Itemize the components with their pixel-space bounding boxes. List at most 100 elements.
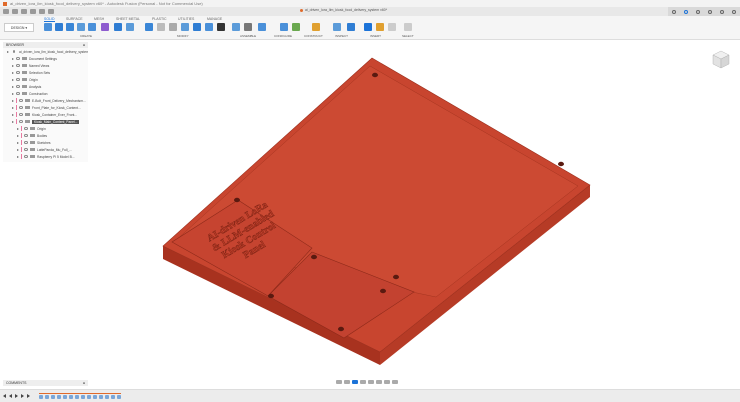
browser-item[interactable]: E-Bolt_Front_Delivery_Mechanism... <box>3 97 88 104</box>
tab-sheet-metal[interactable]: SHEET METAL <box>116 17 140 21</box>
display-settings-icon[interactable] <box>376 380 382 384</box>
fit-icon[interactable] <box>368 380 374 384</box>
expand-icon[interactable] <box>12 71 14 74</box>
ribbon-tool-icon[interactable] <box>145 23 153 31</box>
timeline-feature[interactable] <box>75 395 79 399</box>
browser-item[interactable]: Origin <box>3 125 88 132</box>
ribbon-tool-icon[interactable] <box>44 23 52 31</box>
ribbon-tool-icon[interactable] <box>169 23 177 31</box>
ribbon-tool-icon[interactable] <box>181 23 189 31</box>
browser-item[interactable]: Front_Plate_for_Kiosk_Content... <box>3 104 88 111</box>
group-configure[interactable]: CONFIGURE <box>274 34 292 38</box>
browser-item[interactable]: Sketches <box>3 139 88 146</box>
expand-icon[interactable] <box>12 64 14 67</box>
visibility-icon[interactable] <box>13 50 15 53</box>
visibility-icon[interactable] <box>16 85 20 88</box>
grid-settings-icon[interactable] <box>384 380 390 384</box>
group-insert[interactable]: INSERT <box>370 34 381 38</box>
ribbon-tool-icon[interactable] <box>292 23 300 31</box>
browser-item[interactable]: ai_driven_lora_llm_kiosk_food_delivery_s… <box>3 48 88 55</box>
expand-icon[interactable] <box>12 120 14 123</box>
tab-solid[interactable]: SOLID <box>44 17 55 22</box>
expand-icon[interactable] <box>17 141 19 144</box>
ribbon-tool-icon[interactable] <box>232 23 240 31</box>
group-create[interactable]: CREATE <box>80 34 92 38</box>
browser-item[interactable]: Origin <box>3 76 88 83</box>
browser-item[interactable]: Kiosk_Container_Ever_Front... <box>3 111 88 118</box>
expand-icon[interactable] <box>12 85 14 88</box>
ribbon-tool-icon[interactable] <box>55 23 63 31</box>
timeline-feature[interactable] <box>117 395 121 399</box>
help-icon[interactable] <box>720 9 724 14</box>
visibility-icon[interactable] <box>16 71 20 74</box>
timeline-feature[interactable] <box>63 395 67 399</box>
visibility-icon[interactable] <box>19 113 23 116</box>
tab-plastic[interactable]: PLASTIC <box>152 17 167 21</box>
expand-icon[interactable] <box>12 78 14 81</box>
browser-item[interactable]: Kiosk_Main_Content_Panel... <box>3 118 88 125</box>
group-construct[interactable]: CONSTRUCT <box>304 34 323 38</box>
expand-icon[interactable] <box>17 148 19 151</box>
orbit-icon[interactable] <box>336 380 342 384</box>
save-icon[interactable] <box>21 9 27 14</box>
comments-panel[interactable]: COMMENTS ● <box>3 380 88 386</box>
visibility-icon[interactable] <box>16 57 20 60</box>
add-comment-icon[interactable]: ● <box>83 381 85 385</box>
timeline-feature[interactable] <box>111 395 115 399</box>
browser-item[interactable]: Raspberry Pi 5 Model B... <box>3 153 88 160</box>
ribbon-tool-icon[interactable] <box>66 23 74 31</box>
tab-mesh[interactable]: MESH <box>94 17 104 21</box>
add-icon[interactable] <box>672 9 676 14</box>
ribbon-tool-icon[interactable] <box>244 23 252 31</box>
extensions-icon[interactable] <box>684 9 688 14</box>
play-icon[interactable] <box>15 394 18 398</box>
timeline-feature[interactable] <box>87 395 91 399</box>
browser-item[interactable]: LattePanda_Mu_Full_... <box>3 146 88 153</box>
timeline-feature[interactable] <box>51 395 55 399</box>
pin-icon[interactable]: ● <box>83 43 85 47</box>
ribbon-tool-icon[interactable] <box>364 23 372 31</box>
visibility-icon[interactable] <box>24 148 28 151</box>
group-inspect[interactable]: INSPECT <box>335 34 348 38</box>
visibility-icon[interactable] <box>24 134 28 137</box>
ribbon-tool-icon[interactable] <box>404 23 412 31</box>
ribbon-tool-icon[interactable] <box>157 23 165 31</box>
undo-icon[interactable] <box>30 9 36 14</box>
browser-item[interactable]: Document Settings <box>3 55 88 62</box>
visibility-icon[interactable] <box>24 127 28 130</box>
go-to-start-icon[interactable] <box>3 394 6 398</box>
ribbon-tool-icon[interactable] <box>388 23 396 31</box>
visibility-icon[interactable] <box>16 64 20 67</box>
timeline-feature[interactable] <box>81 395 85 399</box>
browser-item[interactable]: Analysis <box>3 83 88 90</box>
step-back-icon[interactable] <box>9 394 12 398</box>
ribbon-tool-icon[interactable] <box>88 23 96 31</box>
look-at-icon[interactable] <box>344 380 350 384</box>
ribbon-tool-icon[interactable] <box>333 23 341 31</box>
ribbon-tool-icon[interactable] <box>217 23 225 31</box>
ribbon-tool-icon[interactable] <box>114 23 122 31</box>
ribbon-tool-icon[interactable] <box>126 23 134 31</box>
timeline-feature[interactable] <box>57 395 61 399</box>
ribbon-tool-icon[interactable] <box>258 23 266 31</box>
group-select[interactable]: SELECT <box>402 34 414 38</box>
ribbon-tool-icon[interactable] <box>376 23 384 31</box>
expand-icon[interactable] <box>12 106 14 109</box>
expand-icon[interactable] <box>17 127 19 130</box>
expand-icon[interactable] <box>12 99 14 102</box>
tab-surface[interactable]: SURFACE <box>66 17 83 21</box>
viewcube[interactable] <box>710 48 732 70</box>
tab-manage[interactable]: MANAGE <box>207 17 222 21</box>
expand-icon[interactable] <box>17 155 19 158</box>
visibility-icon[interactable] <box>16 92 20 95</box>
ribbon-tool-icon[interactable] <box>77 23 85 31</box>
browser-item[interactable]: Selection Sets <box>3 69 88 76</box>
timeline-feature[interactable] <box>99 395 103 399</box>
ribbon-tool-icon[interactable] <box>312 23 320 31</box>
user-icon[interactable] <box>732 9 736 14</box>
file-icon[interactable] <box>12 9 18 14</box>
timeline-feature[interactable] <box>45 395 49 399</box>
expand-icon[interactable] <box>12 113 14 116</box>
visibility-icon[interactable] <box>16 78 20 81</box>
viewport-canvas[interactable]: AI-driven LoRa& LLM-enabledKiosk Control… <box>90 40 740 380</box>
